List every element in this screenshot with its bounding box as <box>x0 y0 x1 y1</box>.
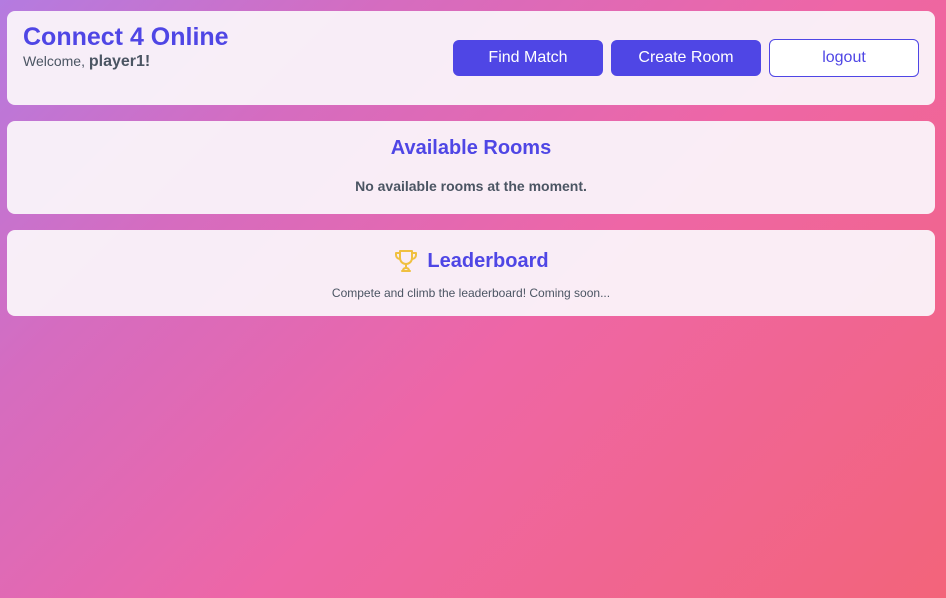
welcome-prefix: Welcome, <box>23 53 85 69</box>
welcome-message: Welcome, player1! <box>23 51 150 72</box>
no-rooms-message: No available rooms at the moment. <box>355 178 587 194</box>
find-match-button[interactable]: Find Match <box>453 40 603 76</box>
header-card: Connect 4 Online Welcome, player1! Find … <box>7 11 935 105</box>
trophy-icon <box>393 248 419 274</box>
leaderboard-message: Compete and climb the leaderboard! Comin… <box>331 286 611 300</box>
app-title: Connect 4 Online <box>23 23 229 51</box>
username: player1! <box>88 53 151 70</box>
leaderboard-heading: Leaderboard <box>7 248 935 274</box>
logout-button[interactable]: logout <box>769 39 919 77</box>
create-room-button[interactable]: Create Room <box>611 40 761 76</box>
available-rooms-card: Available Rooms No available rooms at th… <box>7 121 935 214</box>
available-rooms-title: Available Rooms <box>390 137 552 159</box>
leaderboard-title: Leaderboard <box>427 250 549 272</box>
leaderboard-card: Leaderboard Compete and climb the leader… <box>7 230 935 316</box>
